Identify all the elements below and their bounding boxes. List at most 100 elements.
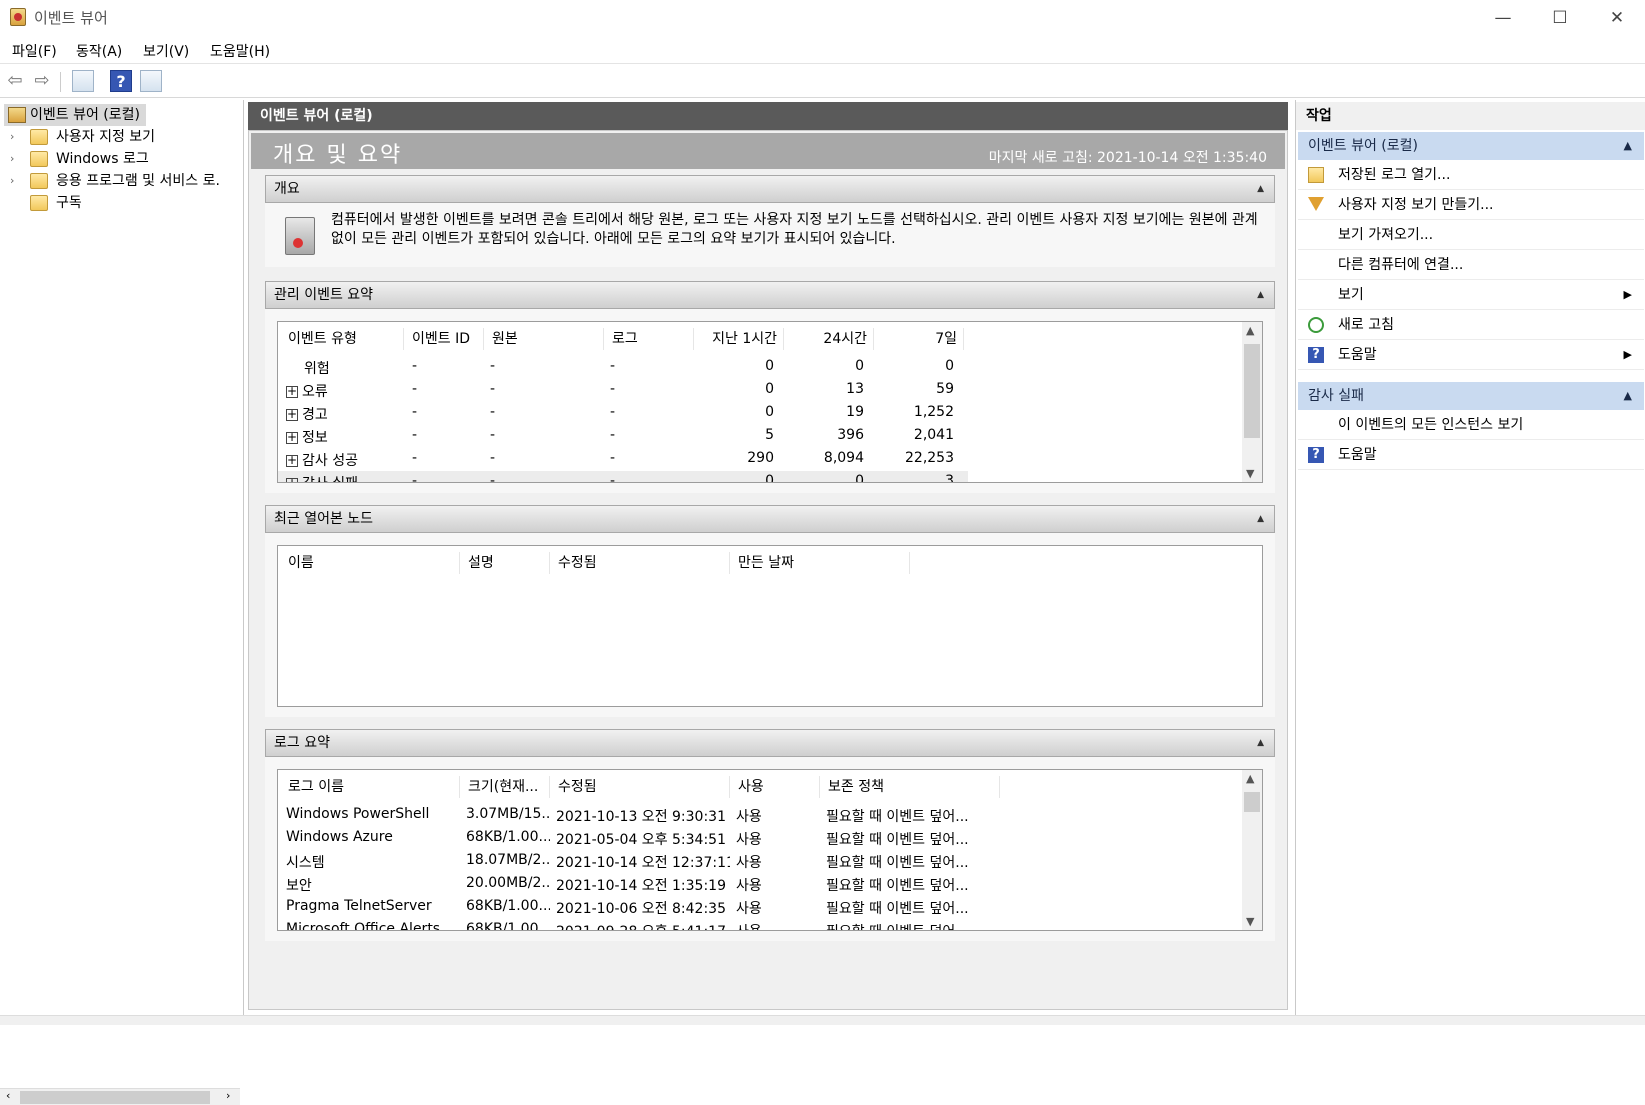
expand-plus-icon[interactable]: + xyxy=(286,385,298,398)
expand-arrow-icon[interactable]: › xyxy=(10,148,14,170)
column-header[interactable]: 로그 xyxy=(604,328,694,350)
forward-arrow-icon[interactable]: ⇨ xyxy=(31,70,53,92)
action-item[interactable]: 새로 고침 xyxy=(1298,310,1644,340)
column-header[interactable]: 이벤트 ID xyxy=(404,328,484,350)
recent-nodes-section-header[interactable]: 최근 열어본 노드 ▲ xyxy=(265,505,1275,533)
scroll-up-icon[interactable]: ▲ xyxy=(1246,772,1254,785)
action-item[interactable]: 저장된 로그 열기... xyxy=(1298,160,1644,190)
maximize-button[interactable]: ☐ xyxy=(1532,0,1588,36)
table-row[interactable]: Microsoft Office Alerts 68KB/1.00... 2021-… xyxy=(278,919,1238,930)
filter-icon xyxy=(1308,197,1324,211)
submenu-arrow-icon: ▶ xyxy=(1623,288,1632,301)
actions-section-audit-failure[interactable]: 감사 실패 ▲ xyxy=(1298,382,1644,410)
scroll-thumb[interactable] xyxy=(20,1091,210,1104)
menu-view[interactable]: 보기(V) xyxy=(143,41,189,61)
menu-file[interactable]: 파일(F) xyxy=(12,41,57,61)
action-item[interactable]: 보기 ▶ xyxy=(1298,280,1644,310)
expand-plus-icon[interactable]: + xyxy=(286,431,298,444)
column-header[interactable]: 원본 xyxy=(484,328,604,350)
scroll-up-icon[interactable]: ▲ xyxy=(1246,324,1254,337)
tree-item-custom-views[interactable]: › 사용자 지정 보기 xyxy=(0,126,240,148)
expand-arrow-icon[interactable]: › xyxy=(10,126,14,148)
log-summary-section-header[interactable]: 로그 요약 ▲ xyxy=(265,729,1275,757)
collapse-caret-icon[interactable]: ▲ xyxy=(1257,506,1264,532)
table-row[interactable]: 보안 20.00MB/2... 2021-10-14 오전 1:35:19 사용 필요할… xyxy=(278,873,1238,895)
tree-item-windows-logs[interactable]: › Windows 로그 xyxy=(0,148,240,170)
table-row[interactable]: + 감사 실패 - - - 0 0 3 xyxy=(278,471,968,483)
minimize-button[interactable]: — xyxy=(1475,0,1531,36)
modified-cell: 2021-05-04 오후 5:34:51 xyxy=(556,832,726,848)
action-item[interactable]: ? 도움말 ▶ xyxy=(1298,340,1644,370)
column-header[interactable]: 지난 1시간 xyxy=(694,328,784,350)
overview-section-header[interactable]: 개요 ▲ xyxy=(265,175,1275,203)
help-icon: ? xyxy=(1308,447,1324,463)
scroll-down-icon[interactable]: ▼ xyxy=(1246,467,1254,480)
show-hide-console-tree-icon[interactable] xyxy=(72,70,94,92)
event-type-cell: 위험 xyxy=(286,358,404,378)
help-icon[interactable]: ? xyxy=(110,70,132,92)
collapse-caret-icon[interactable]: ▲ xyxy=(1624,132,1632,160)
column-header[interactable]: 로그 이름 xyxy=(280,776,460,798)
scroll-thumb[interactable] xyxy=(1244,344,1260,438)
expand-plus-icon[interactable]: + xyxy=(286,477,298,482)
table-row[interactable]: Pragma TelnetServer 68KB/1.00... 2021-10-0… xyxy=(278,896,1238,918)
column-header[interactable]: 설명 xyxy=(460,552,550,574)
show-hide-action-pane-icon[interactable] xyxy=(140,70,162,92)
column-header[interactable]: 수정됨 xyxy=(550,776,730,798)
actions-header: 작업 xyxy=(1296,102,1645,130)
retention-policy-cell: 필요할 때 이벤트 덮어... xyxy=(826,901,969,917)
log-cell: - xyxy=(610,473,616,483)
scroll-down-icon[interactable]: ▼ xyxy=(1246,915,1254,928)
table-row[interactable]: + 감사 성공 - - - 290 8,094 22,253 xyxy=(278,448,968,470)
tree-item-label: 응용 프로그램 및 서비스 로. xyxy=(56,173,220,189)
last-24h-cell: 0 xyxy=(855,358,864,374)
table-row[interactable]: + 오류 - - - 0 13 59 xyxy=(278,379,968,401)
column-header[interactable]: 24시간 xyxy=(784,328,874,350)
close-button[interactable]: ✕ xyxy=(1589,0,1645,36)
tree-item-app-service-logs[interactable]: › 응용 프로그램 및 서비스 로. xyxy=(0,170,240,192)
table-row[interactable]: + 정보 - - - 5 396 2,041 xyxy=(278,425,968,447)
action-item[interactable]: 이 이벤트의 모든 인스턴스 보기 xyxy=(1298,410,1644,440)
vertical-scrollbar[interactable]: ▲ ▼ xyxy=(1242,322,1262,482)
back-arrow-icon[interactable]: ⇦ xyxy=(4,70,26,92)
actions-section-event-viewer[interactable]: 이벤트 뷰어 (로컬) ▲ xyxy=(1298,132,1644,160)
action-item[interactable]: ? 도움말 xyxy=(1298,440,1644,470)
scroll-right-icon[interactable]: › xyxy=(226,1089,230,1102)
scroll-thumb[interactable] xyxy=(1244,792,1260,812)
collapse-caret-icon[interactable]: ▲ xyxy=(1257,730,1264,756)
vertical-scrollbar[interactable]: ▲ ▼ xyxy=(1242,770,1262,930)
table-row[interactable]: Windows PowerShell 3.07MB/15... 2021-10-13… xyxy=(278,804,1238,826)
expand-plus-icon[interactable]: + xyxy=(286,454,298,467)
table-row[interactable]: 시스템 18.07MB/2... 2021-10-14 오전 12:37:11 사용 필… xyxy=(278,850,1238,872)
admin-summary-section-header[interactable]: 관리 이벤트 요약 ▲ xyxy=(265,281,1275,309)
table-row[interactable]: + 경고 - - - 0 19 1,252 xyxy=(278,402,968,424)
column-header[interactable]: 사용 xyxy=(730,776,820,798)
menu-help[interactable]: 도움말(H) xyxy=(210,41,270,61)
collapse-caret-icon[interactable]: ▲ xyxy=(1257,282,1264,308)
menu-action[interactable]: 동작(A) xyxy=(76,41,122,61)
log-summary-table: 로그 이름 크기(현재... 수정됨 사용 보존 정책 Windows Powe… xyxy=(277,769,1263,931)
column-header[interactable]: 보존 정책 xyxy=(820,776,1000,798)
action-item[interactable]: 보기 가져오기... xyxy=(1298,220,1644,250)
last-7d-cell: 0 xyxy=(945,358,954,374)
tree-item-subscriptions[interactable]: 구독 xyxy=(0,192,240,214)
expand-plus-icon[interactable]: + xyxy=(286,408,298,421)
horizontal-scrollbar[interactable]: ‹ › xyxy=(0,1088,240,1105)
scroll-left-icon[interactable]: ‹ xyxy=(6,1089,10,1102)
column-header[interactable]: 이름 xyxy=(280,552,460,574)
column-header[interactable]: 만든 날짜 xyxy=(730,552,910,574)
table-row[interactable]: 위험 - - - 0 0 0 xyxy=(278,356,968,378)
expand-arrow-icon[interactable]: › xyxy=(10,170,14,192)
overview-body: 컴퓨터에서 발생한 이벤트를 보려면 콘솔 트리에서 해당 원본, 로그 또는 … xyxy=(265,203,1275,267)
column-header[interactable]: 크기(현재... xyxy=(460,776,550,798)
action-item[interactable]: 다른 컴퓨터에 연결... xyxy=(1298,250,1644,280)
table-row[interactable]: Windows Azure 68KB/1.00... 2021-05-04 오후 5… xyxy=(278,827,1238,849)
collapse-caret-icon[interactable]: ▲ xyxy=(1257,176,1264,202)
column-header[interactable]: 7일 xyxy=(874,328,964,350)
event-type-label: 경고 xyxy=(302,407,328,423)
action-item[interactable]: 사용자 지정 보기 만들기... xyxy=(1298,190,1644,220)
collapse-caret-icon[interactable]: ▲ xyxy=(1624,382,1632,410)
column-header[interactable]: 수정됨 xyxy=(550,552,730,574)
tree-root-event-viewer[interactable]: 이벤트 뷰어 (로컬) xyxy=(4,104,146,126)
column-header[interactable]: 이벤트 유형 xyxy=(280,328,404,350)
